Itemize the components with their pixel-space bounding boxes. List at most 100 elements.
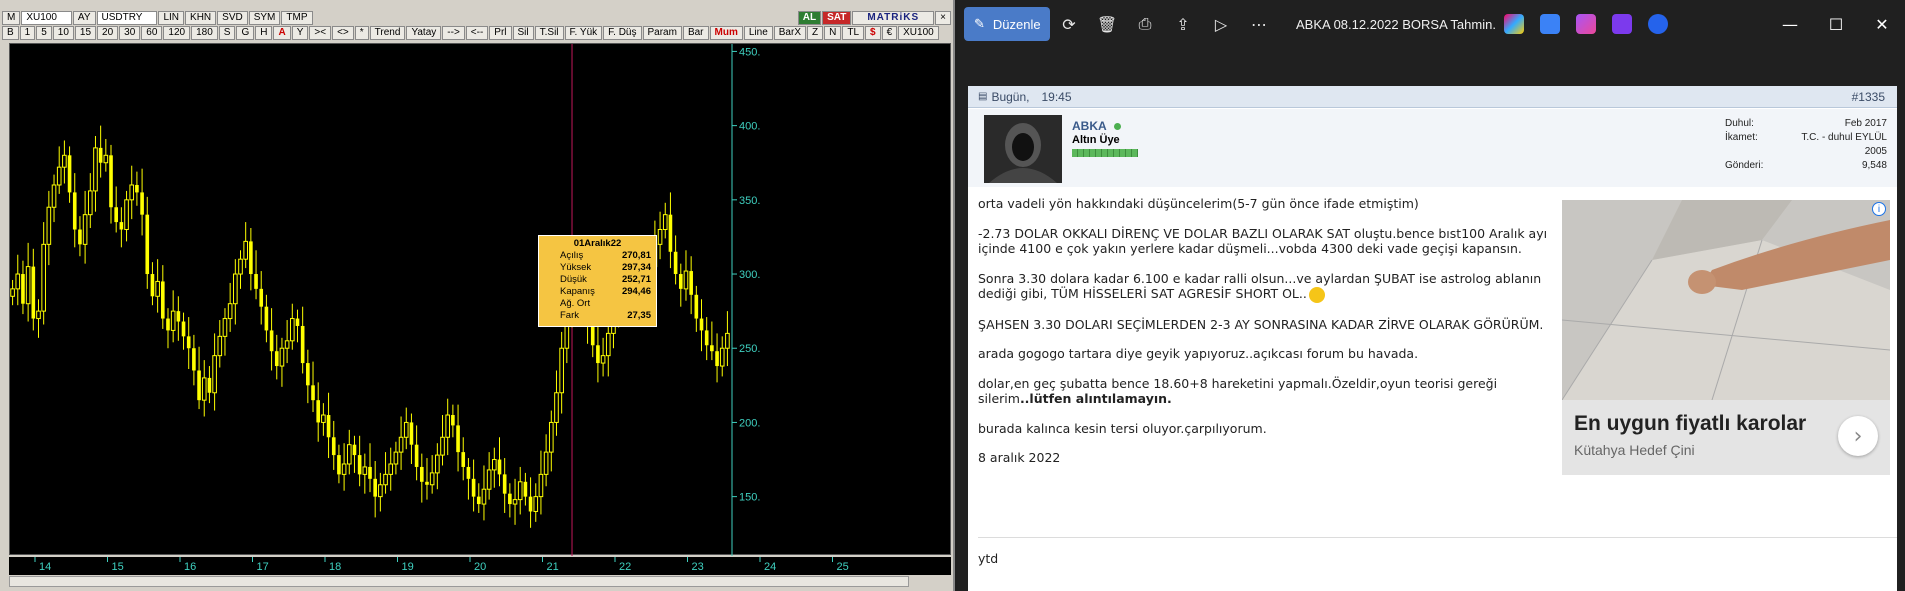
chart-toolbar-button[interactable]: 10 — [52, 26, 74, 40]
share-icon[interactable]: ⇪ — [1164, 7, 1202, 41]
avatar[interactable] — [984, 115, 1062, 183]
minimize-icon[interactable]: — — [1767, 0, 1813, 48]
chart-toolbar-button[interactable]: Mum — [709, 26, 743, 40]
username[interactable]: ABKA — [1072, 119, 1121, 133]
ad-info-icon[interactable]: i — [1872, 202, 1886, 216]
candlestick-chart[interactable]: 450. 400. 350. 300. 250. 200. 150. 01Aralık22 … — [9, 43, 951, 556]
candle-body — [543, 451, 549, 475]
chart-toolbar-button[interactable]: Trend — [369, 26, 406, 40]
chart-toolbar-button[interactable]: T.Sil — [534, 26, 564, 40]
candle — [254, 250, 258, 300]
chart-toolbar-button[interactable]: 5 — [36, 26, 52, 40]
candle-body — [403, 421, 409, 438]
svd-button[interactable]: SVD — [217, 11, 248, 25]
main-toolbar: M XU100 AY USDTRY LIN KHN SVD SYM TMP AL… — [2, 11, 951, 25]
print-icon[interactable]: ⎙ — [1126, 7, 1164, 41]
chart-toolbar-button[interactable]: S — [218, 26, 236, 40]
chart-toolbar-button[interactable]: F. Yük — [564, 26, 603, 40]
chart-toolbar-button[interactable]: F. Düş — [603, 26, 642, 40]
symbol-field[interactable]: XU100 — [21, 11, 72, 25]
edit-button[interactable]: ✎ Düzenle — [964, 7, 1050, 41]
clipchamp-icon[interactable] — [1576, 14, 1596, 34]
candle — [678, 263, 683, 307]
tooltip-row: Ağ. Ort — [544, 298, 651, 310]
more-icon[interactable]: ⋯ — [1240, 7, 1278, 41]
chart-toolbar-button[interactable]: Yatay — [406, 26, 442, 40]
candle — [249, 228, 253, 291]
chart-toolbar-button[interactable]: XU100 — [898, 26, 939, 40]
chart-toolbar-button[interactable]: 15 — [74, 26, 97, 40]
designer-icon[interactable] — [1540, 14, 1560, 34]
chart-toolbar-button[interactable]: BarX — [773, 26, 806, 40]
user-stat-row: Duhul: Feb 2017 — [1725, 117, 1887, 131]
copilot-icon[interactable] — [1504, 14, 1524, 34]
chart-toolbar-button[interactable]: Prl — [489, 26, 512, 40]
candle — [419, 453, 424, 503]
candle — [357, 435, 362, 487]
sym-button[interactable]: SYM — [248, 11, 281, 25]
trash-icon[interactable]: 🗑 — [1088, 7, 1126, 41]
post-number[interactable]: #1335 — [1852, 90, 1885, 104]
chart-toolbar-button[interactable]: $ — [865, 26, 881, 40]
linear-button[interactable]: LIN — [158, 11, 185, 25]
chart-toolbar-button[interactable]: Sil — [512, 26, 534, 40]
horizontal-scrollbar[interactable] — [9, 576, 909, 587]
time-tick-label: 22 — [619, 561, 631, 573]
chart-toolbar-button[interactable]: B — [2, 26, 19, 40]
candle-body — [419, 466, 424, 482]
chart-toolbar-button[interactable]: <-- — [465, 26, 489, 40]
chart-toolbar-button[interactable]: H — [255, 26, 273, 40]
period-button[interactable]: AY — [72, 11, 96, 25]
rotate-icon[interactable]: ⟳ — [1050, 7, 1088, 41]
chart-toolbar-button[interactable]: <> — [332, 26, 354, 40]
chart-toolbar-button[interactable]: G — [236, 26, 255, 40]
chart-toolbar-button[interactable]: € — [881, 26, 898, 40]
currency-field[interactable]: USDTRY — [96, 11, 158, 25]
khn-button[interactable]: KHN — [185, 11, 217, 25]
chart-toolbar-button[interactable]: TL — [842, 26, 865, 40]
user-stat-label: İkamet: — [1725, 132, 1758, 143]
sell-button[interactable]: SAT — [822, 11, 852, 25]
chart-toolbar-button[interactable]: Param — [642, 26, 682, 40]
chart-toolbar-button[interactable]: 180 — [191, 26, 218, 40]
chart-toolbar-button[interactable]: >< — [309, 26, 332, 40]
chart-toolbar-button[interactable]: 120 — [163, 26, 191, 40]
chart-canvas: 450. 400. 350. 300. 250. 200. 150. — [10, 44, 760, 556]
buy-button[interactable]: AL — [797, 11, 822, 25]
candle — [481, 465, 487, 521]
chart-toolbar-button[interactable]: 1 — [19, 26, 36, 40]
advertisement[interactable]: i En uygun fiyatlı karolar Kütahya Hedef… — [1562, 200, 1890, 475]
candle — [337, 444, 341, 484]
time-tick-label: 19 — [402, 561, 414, 573]
candle-body — [300, 325, 305, 364]
candle-body — [554, 392, 559, 423]
tmp-button[interactable]: TMP — [281, 11, 313, 25]
chart-toolbar-button[interactable]: Z — [807, 26, 824, 40]
clip-editor-icon[interactable] — [1612, 14, 1632, 34]
menu-button[interactable]: M — [2, 11, 21, 25]
candle — [533, 483, 539, 522]
price-tick-label: 450. — [739, 46, 760, 58]
onedrive-icon[interactable] — [1648, 14, 1668, 34]
chart-toolbar-button[interactable]: 20 — [97, 26, 119, 40]
title-bar: ✎ Düzenle ⟳ 🗑 ⎙ ⇪ ▷ ⋯ ABKA 08.12.2022 BO… — [958, 0, 1905, 48]
chart-toolbar-button[interactable]: N — [824, 26, 842, 40]
candle-body — [368, 466, 372, 479]
chart-toolbar-button[interactable]: A — [273, 26, 291, 40]
chart-toolbar-button[interactable]: Y — [291, 26, 309, 40]
candle-body — [398, 436, 404, 453]
candle — [316, 382, 321, 442]
video-icon[interactable]: ▷ — [1202, 7, 1240, 41]
candle — [186, 317, 191, 370]
close-window-icon[interactable]: ✕ — [1859, 0, 1905, 48]
chart-toolbar-button[interactable]: Bar — [682, 26, 709, 40]
chart-toolbar-button[interactable]: Line — [743, 26, 773, 40]
chart-toolbar-button[interactable]: 30 — [119, 26, 141, 40]
chart-toolbar-button[interactable]: * — [354, 26, 369, 40]
chevron-right-icon[interactable]: › — [1838, 416, 1878, 456]
candle — [657, 211, 663, 260]
close-icon[interactable]: × — [935, 11, 951, 25]
chart-toolbar-button[interactable]: --> — [442, 26, 465, 40]
chart-toolbar-button[interactable]: 60 — [141, 26, 163, 40]
maximize-icon[interactable]: ☐ — [1813, 0, 1859, 48]
